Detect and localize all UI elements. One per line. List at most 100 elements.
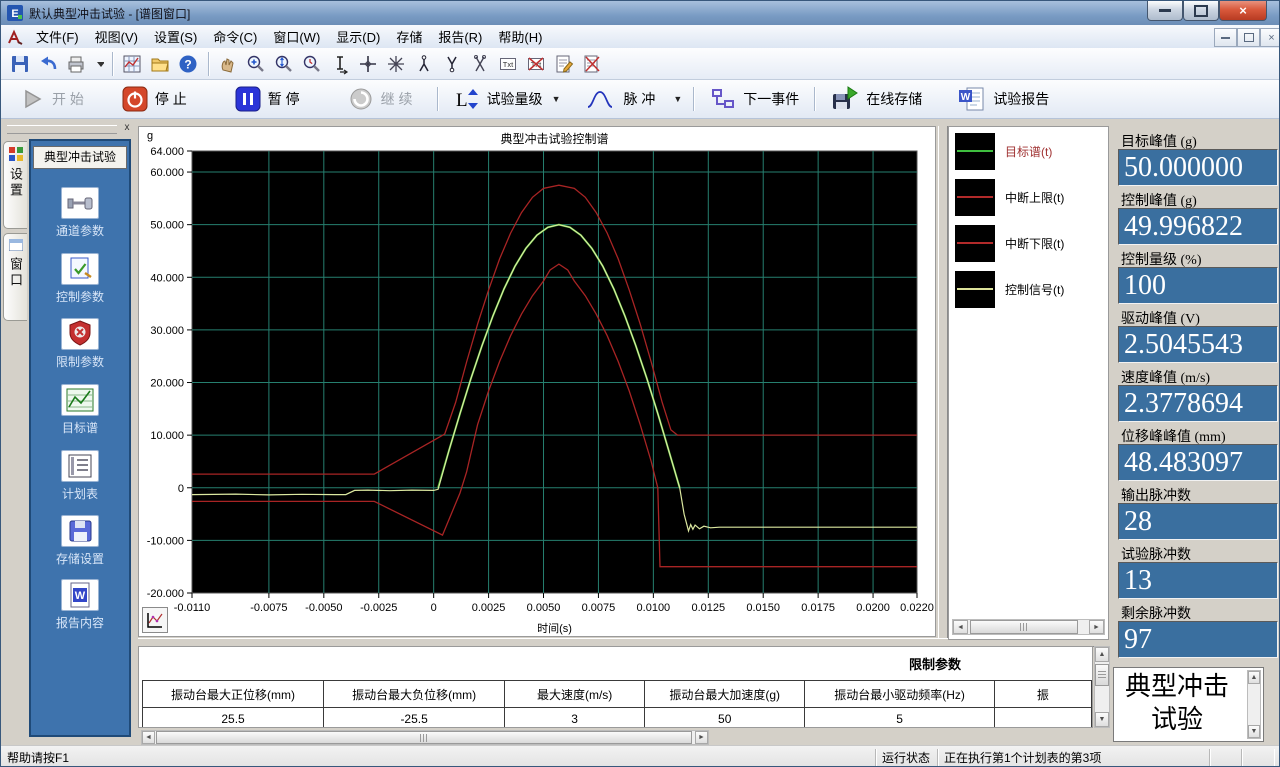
bottom-hscrollbar-thumb[interactable] <box>156 731 692 744</box>
menu-bar: 文件(F)视图(V)设置(S)命令(C)窗口(W)显示(D)存储报告(R)帮助(… <box>1 25 1280 49</box>
zoom-time-icon <box>301 53 323 75</box>
add-star-marker-button[interactable] <box>383 51 409 77</box>
project-name-box: 典型冲击试验 ▲ ▼ <box>1113 667 1264 742</box>
metric-value: 2.3778694 <box>1118 385 1278 422</box>
menu-item-5[interactable]: 窗口(W) <box>265 24 328 49</box>
menu-item-9[interactable]: 帮助(H) <box>490 24 550 49</box>
zoom-vertical-icon <box>273 53 295 75</box>
svg-text:W: W <box>75 590 86 602</box>
menu-item-4[interactable]: 命令(C) <box>205 24 265 49</box>
delete-text-label-button[interactable]: Txt <box>523 51 549 77</box>
metric-label: 控制量级 (%) <box>1121 249 1202 269</box>
edit-annotation-button[interactable] <box>551 51 577 77</box>
legend-item-2[interactable]: 中断上限(t) <box>955 179 1064 216</box>
bottom-hscrollbar[interactable]: ◄ ► <box>141 730 709 745</box>
table-vscrollbar[interactable]: ▲ ▼ <box>1094 646 1110 728</box>
pulse-dropdown[interactable]: 脉 冲 <box>576 83 665 115</box>
zoom-time-button[interactable] <box>299 51 325 77</box>
scroll-down-icon[interactable]: ▼ <box>1095 712 1109 727</box>
title-bar[interactable]: E 默认典型冲击试验 - [谱图窗口] <box>1 1 1280 25</box>
x-axis-label: 时间(s) <box>192 620 917 636</box>
mdi-minimize-button[interactable] <box>1214 28 1237 47</box>
legend-item-3[interactable]: 中断下限(t) <box>955 225 1064 262</box>
menu-item-2[interactable]: 视图(V) <box>87 24 146 49</box>
next-event-button[interactable]: 下一事件 <box>700 83 809 115</box>
open-button[interactable] <box>147 51 173 77</box>
project-box-vscrollbar[interactable]: ▲ ▼ <box>1247 670 1261 739</box>
dock-grip[interactable]: x <box>3 122 135 135</box>
table-vscrollbar-thumb[interactable] <box>1095 664 1109 686</box>
chart-settings-button[interactable] <box>119 51 145 77</box>
legend-item-1[interactable]: 目标谱(t) <box>955 133 1052 170</box>
minimize-button[interactable] <box>1147 1 1183 21</box>
add-cross-marker-button[interactable] <box>355 51 381 77</box>
dock-close-icon[interactable]: x <box>121 122 133 134</box>
sidebar-item-control-params[interactable]: 控制参数 <box>31 253 129 305</box>
tab-settings[interactable]: 设置 <box>3 141 27 229</box>
cursor-measure-button[interactable] <box>327 51 353 77</box>
close-icon: × <box>1239 4 1247 17</box>
close-button[interactable]: × <box>1219 1 1267 21</box>
save-button[interactable] <box>7 51 33 77</box>
resume-button[interactable]: 继 续 <box>338 83 423 115</box>
print-button[interactable] <box>63 51 89 77</box>
resume-icon <box>348 86 374 112</box>
delete-marker-button[interactable] <box>467 51 493 77</box>
add-text-label-button[interactable]: Txt <box>495 51 521 77</box>
menu-item-8[interactable]: 报告(R) <box>430 24 490 49</box>
report-content-icon: W <box>66 582 94 608</box>
undo-button[interactable] <box>35 51 61 77</box>
metric-value: 2.5045543 <box>1118 326 1278 363</box>
sidebar-item-report-content[interactable]: W 报告内容 <box>31 579 129 631</box>
test-level-dropdown[interactable]: L 试验量级▼ <box>444 83 571 115</box>
add-valley-marker-button[interactable] <box>439 51 465 77</box>
test-report-button[interactable]: W 试验报告 <box>948 83 1059 115</box>
sidebar-item-channel-params[interactable]: 通道参数 <box>31 187 129 239</box>
mdi-restore-button[interactable] <box>1237 28 1260 47</box>
restore-button[interactable] <box>1183 1 1219 21</box>
print-dropdown-button[interactable] <box>91 51 105 77</box>
delete-annotation-button[interactable] <box>579 51 605 77</box>
start-button[interactable]: 开 始 <box>9 83 94 115</box>
zoom-in-button[interactable] <box>243 51 269 77</box>
legend-swatch <box>955 179 995 216</box>
tab-window[interactable]: 窗口 <box>3 233 27 321</box>
pan-button[interactable] <box>215 51 241 77</box>
online-store-button[interactable]: 在线存储 <box>821 83 932 115</box>
dropdown-icon: ▼ <box>552 94 561 104</box>
svg-text:30.000: 30.000 <box>150 325 184 337</box>
sidebar-item-storage-settings[interactable]: 存储设置 <box>31 515 129 567</box>
spectrum-tool-button[interactable] <box>142 607 168 633</box>
sidebar-item-limit-params[interactable]: 限制参数 <box>31 318 129 370</box>
scroll-left-icon[interactable]: ◄ <box>953 620 968 634</box>
menu-item-3[interactable]: 设置(S) <box>146 24 205 49</box>
scroll-up-icon[interactable]: ▲ <box>1095 647 1109 662</box>
menu-item-1[interactable]: 文件(F) <box>28 24 87 49</box>
stop-button[interactable]: 停 止 <box>112 83 197 115</box>
control-spectrum-chart-panel: 典型冲击试验控制谱 g -0.0110-0.0075-0.0050-0.0025… <box>138 126 936 637</box>
menu-item-7[interactable]: 存储 <box>388 24 430 49</box>
legend-hscrollbar-thumb[interactable] <box>970 620 1078 634</box>
menu-item-6[interactable]: 显示(D) <box>328 24 388 49</box>
mdi-close-button[interactable]: × <box>1260 28 1280 47</box>
zoom-vertical-button[interactable] <box>271 51 297 77</box>
chart-plot[interactable]: -0.0110-0.0075-0.0050-0.002500.00250.005… <box>139 127 937 638</box>
svg-text:0.0150: 0.0150 <box>746 602 780 614</box>
legend-hscrollbar[interactable]: ◄ ► <box>952 619 1105 635</box>
limit-table: 振动台最大正位移(mm)振动台最大负位移(mm)最大速度(m/s)振动台最大加速… <box>142 680 1092 728</box>
pan-icon <box>217 53 239 75</box>
help-button[interactable]: ? <box>175 51 201 77</box>
vertical-splitter[interactable] <box>938 126 948 640</box>
add-peak-marker-button[interactable] <box>411 51 437 77</box>
test-type-tab[interactable]: 典型冲击试验 <box>33 146 127 169</box>
legend-item-4[interactable]: 控制信号(t) <box>955 271 1064 308</box>
pause-button[interactable]: 暂 停 <box>225 83 310 115</box>
scroll-up-icon[interactable]: ▲ <box>1248 671 1260 684</box>
scroll-right-icon[interactable]: ► <box>1089 620 1104 634</box>
sidebar-item-target-spectrum[interactable]: 目标谱 <box>31 384 129 436</box>
scroll-left-icon[interactable]: ◄ <box>142 731 155 744</box>
pulse-arrow-button[interactable]: ▼ <box>665 83 688 115</box>
sidebar-item-schedule[interactable]: 计划表 <box>31 450 129 502</box>
scroll-down-icon[interactable]: ▼ <box>1248 725 1260 738</box>
scroll-right-icon[interactable]: ► <box>695 731 708 744</box>
